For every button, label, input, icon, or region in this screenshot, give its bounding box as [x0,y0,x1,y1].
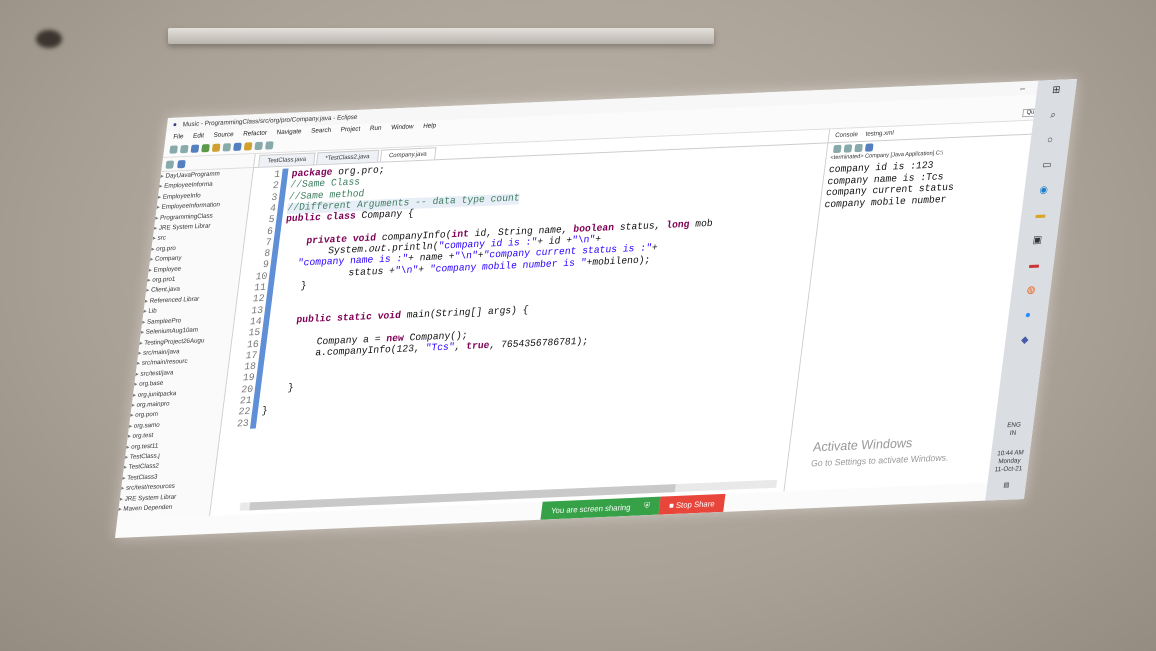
code-line[interactable]: } [277,281,307,294]
stop-share-button[interactable]: ■ Stop Share [658,493,726,515]
menu-edit[interactable]: Edit [193,132,205,139]
tab-testclass[interactable]: TestClass.java [258,152,316,167]
menu-navigate[interactable]: Navigate [276,128,302,136]
shield-icon: ⛨ [643,501,651,511]
projected-screen: ● Music - ProgrammingClass/src/org/pro/C… [114,78,1077,539]
wall-hole [36,30,62,48]
annotation-icon[interactable] [243,142,253,151]
remove-launch-icon[interactable] [843,144,853,153]
task-view-icon[interactable]: ▭ [1040,159,1053,171]
link-editor-icon[interactable] [177,159,186,168]
tab-console[interactable]: Console [835,131,859,139]
code-line[interactable]: public static void main(String[] args) { [272,305,530,327]
minimize-icon[interactable]: – [1020,83,1026,93]
notification-icon[interactable]: ▤ [992,481,1020,490]
workbench: DayUavaProgrammEmployeeInformaEmployeeIn… [117,120,1034,521]
share-status: You are screen sharing [550,502,632,515]
menu-source[interactable]: Source [213,131,234,139]
debug-icon[interactable] [190,144,200,153]
code-editor: TestClass.java *TestClass2.java Company.… [210,129,831,517]
forward-icon[interactable] [264,141,274,150]
code-line[interactable]: } [264,383,294,396]
watermark-subtitle: Go to Settings to activate Windows. [810,452,950,469]
tray-region[interactable]: IN [999,429,1027,438]
menu-help[interactable]: Help [423,122,437,130]
menu-project[interactable]: Project [340,126,360,134]
tab-testng[interactable]: testng.xml [865,130,894,138]
menu-search[interactable]: Search [311,127,332,135]
file-explorer-icon[interactable]: ▬ [1034,209,1047,221]
menu-file[interactable]: File [173,133,184,140]
menu-window[interactable]: Window [391,123,414,131]
menu-run[interactable]: Run [369,125,381,132]
terminate-icon[interactable] [832,144,842,154]
collapse-all-icon[interactable] [165,160,175,169]
cortana-icon[interactable]: ○ [1044,134,1057,146]
tray-date: 11-Oct-21 [994,465,1023,474]
firefox-icon[interactable]: ◍ [1025,284,1038,296]
watermark-title: Activate Windows [812,435,914,455]
app-icon[interactable]: ▬ [1028,259,1041,271]
activate-windows-watermark: Activate Windows Go to Settings to activ… [810,433,951,468]
open-type-icon[interactable] [233,142,242,152]
clear-console-icon[interactable] [854,143,863,153]
search-icon[interactable]: ⌕ [1047,109,1060,121]
zoom-icon[interactable]: ● [1021,309,1034,321]
build-icon[interactable] [211,143,221,152]
edge-icon[interactable]: ◉ [1037,184,1050,196]
back-icon[interactable] [254,141,264,151]
code-line[interactable]: } [261,406,268,418]
scroll-lock-icon[interactable] [864,143,874,152]
new-icon[interactable] [169,145,179,154]
system-tray: ENG IN 10:44 AM Monday 11-Oct-21 ▤ [992,421,1028,490]
menu-refactor[interactable]: Refactor [243,130,268,138]
search-icon[interactable] [222,143,232,152]
save-icon[interactable] [179,144,189,154]
line-number: 23 [236,418,250,430]
eclipse-taskbar-icon[interactable]: ◆ [1018,334,1031,346]
eclipse-icon: ● [172,121,178,129]
tab-company[interactable]: Company.java [379,147,437,162]
projector-screen-rail [168,28,714,44]
run-icon[interactable] [201,144,210,153]
store-icon[interactable]: ▣ [1031,234,1044,246]
stop-share-label: Stop Share [675,498,716,510]
windows-start-icon[interactable]: ⊞ [1050,84,1063,96]
